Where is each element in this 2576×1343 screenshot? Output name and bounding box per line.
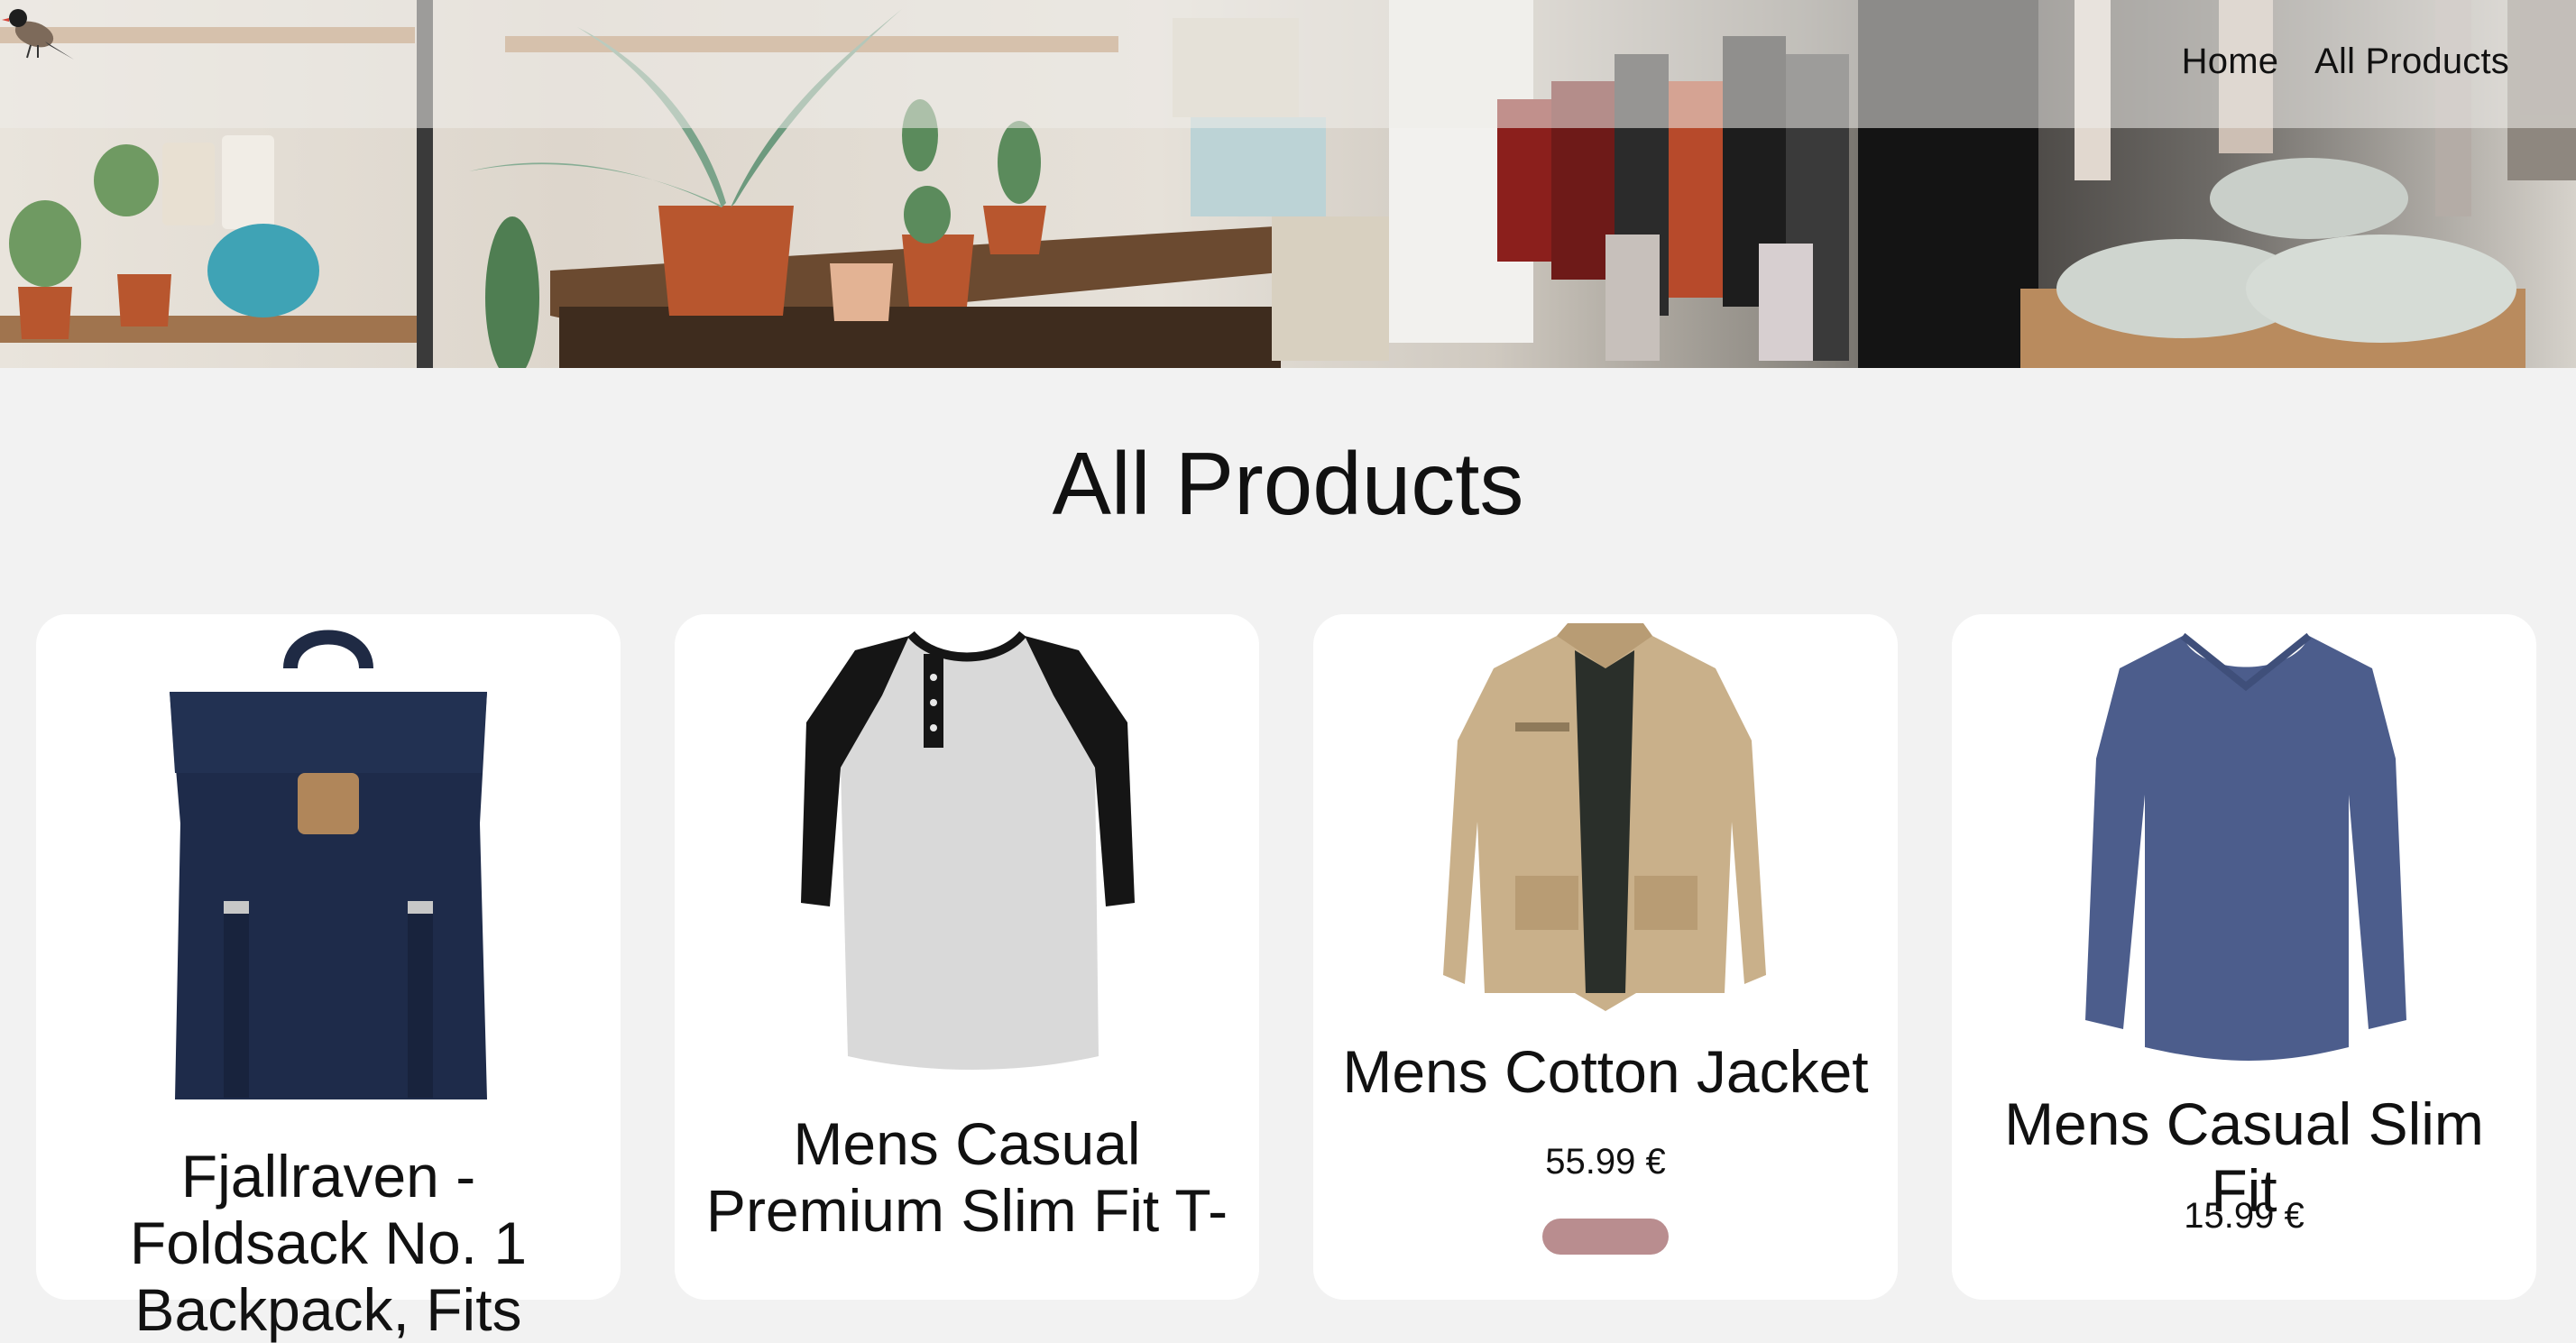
add-to-cart-button[interactable] [1542,1219,1669,1255]
product-card[interactable]: Mens Cotton Jacket 55.99 € [1313,614,1898,1300]
hero-banner: Home All Products [0,0,2576,368]
main-nav: Home All Products [2182,41,2509,82]
product-name[interactable]: Mens Casual Premium Slim Fit T- [693,1110,1241,1244]
page-title: All Products [1052,434,1524,533]
nav-link-all-products[interactable]: All Products [2314,41,2509,82]
nav-link-home[interactable]: Home [2182,41,2279,82]
tshirt-image [801,630,1135,1070]
bird-logo-icon[interactable] [0,0,76,61]
product-price: 15.99 € [2184,1196,2305,1236]
product-card[interactable]: Mens Casual Slim Fit 15.99 € [1952,614,2536,1300]
product-name[interactable]: Mens Cotton Jacket [1331,1038,1880,1105]
product-price: 55.99 € [1545,1142,1666,1182]
product-card[interactable]: Fjallraven - Foldsack No. 1 Backpack, Fi… [36,614,621,1343]
backpack-image [170,630,487,1099]
product-name[interactable]: Fjallraven - Foldsack No. 1 Backpack, Fi… [54,1143,603,1343]
product-card[interactable]: Mens Casual Premium Slim Fit T- [675,614,1259,1300]
longsleeve-image [2085,632,2406,1061]
